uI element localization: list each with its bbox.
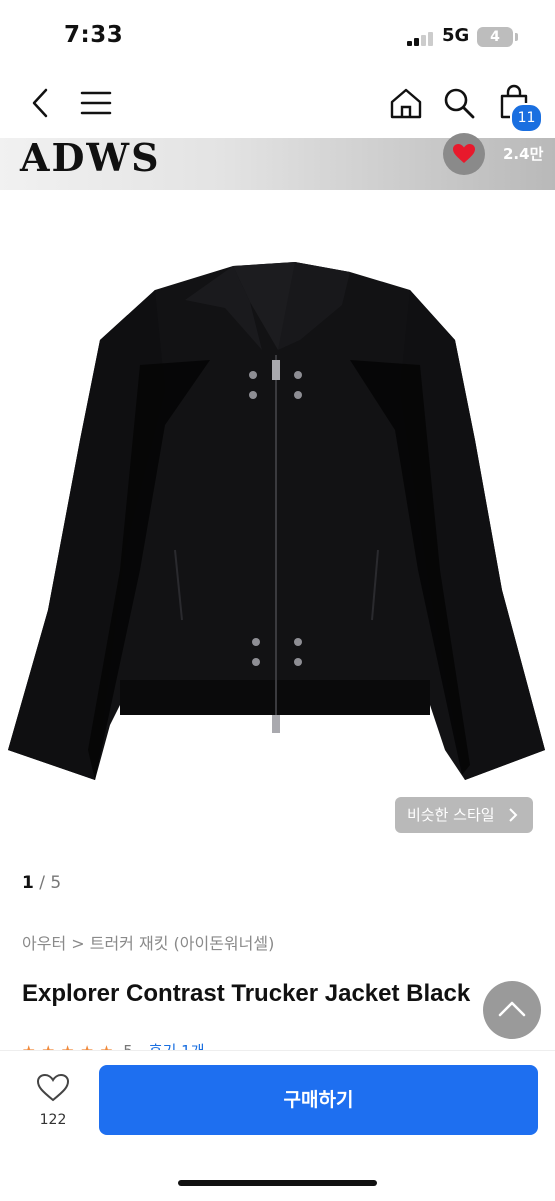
product-image[interactable]	[0, 190, 555, 850]
status-bar: 7:33 5G 4	[0, 0, 555, 70]
chevron-right-icon	[509, 808, 518, 822]
similar-style-button[interactable]: 비슷한 스타일	[395, 797, 533, 833]
search-icon[interactable]	[442, 86, 476, 120]
pager-total: 5	[50, 873, 62, 893]
like-button[interactable]	[443, 133, 485, 175]
home-icon[interactable]	[388, 86, 424, 120]
status-time: 7:33	[64, 22, 124, 48]
cart-count-badge: 11	[510, 103, 543, 133]
wishlist-button[interactable]	[28, 1073, 78, 1107]
scroll-to-top-button[interactable]	[483, 981, 541, 1039]
battery-icon: 4	[477, 27, 513, 47]
chevron-up-icon	[498, 1001, 526, 1017]
product-title: Explorer Contrast Trucker Jacket Black	[22, 980, 471, 1007]
buy-button[interactable]: 구매하기	[99, 1065, 538, 1135]
similar-style-label: 비슷한 스타일	[407, 806, 495, 824]
like-count: 2.4만	[503, 145, 544, 163]
battery-tip	[515, 33, 518, 41]
brand-logo: ADWS	[20, 138, 161, 180]
heart-icon	[453, 144, 475, 163]
wishlist-count: 122	[39, 1112, 67, 1128]
network-label: 5G	[442, 25, 470, 46]
chevron-left-icon[interactable]	[28, 86, 54, 120]
breadcrumb[interactable]: 아우터 > 트러커 재킷 (아이돈워너셀)	[22, 930, 274, 954]
signal-icon	[407, 30, 437, 46]
image-pager: 1 / 5	[22, 873, 62, 893]
menu-icon[interactable]	[80, 88, 112, 118]
pager-current: 1	[22, 873, 34, 893]
heart-outline-icon	[36, 1073, 70, 1102]
home-indicator	[178, 1180, 377, 1186]
